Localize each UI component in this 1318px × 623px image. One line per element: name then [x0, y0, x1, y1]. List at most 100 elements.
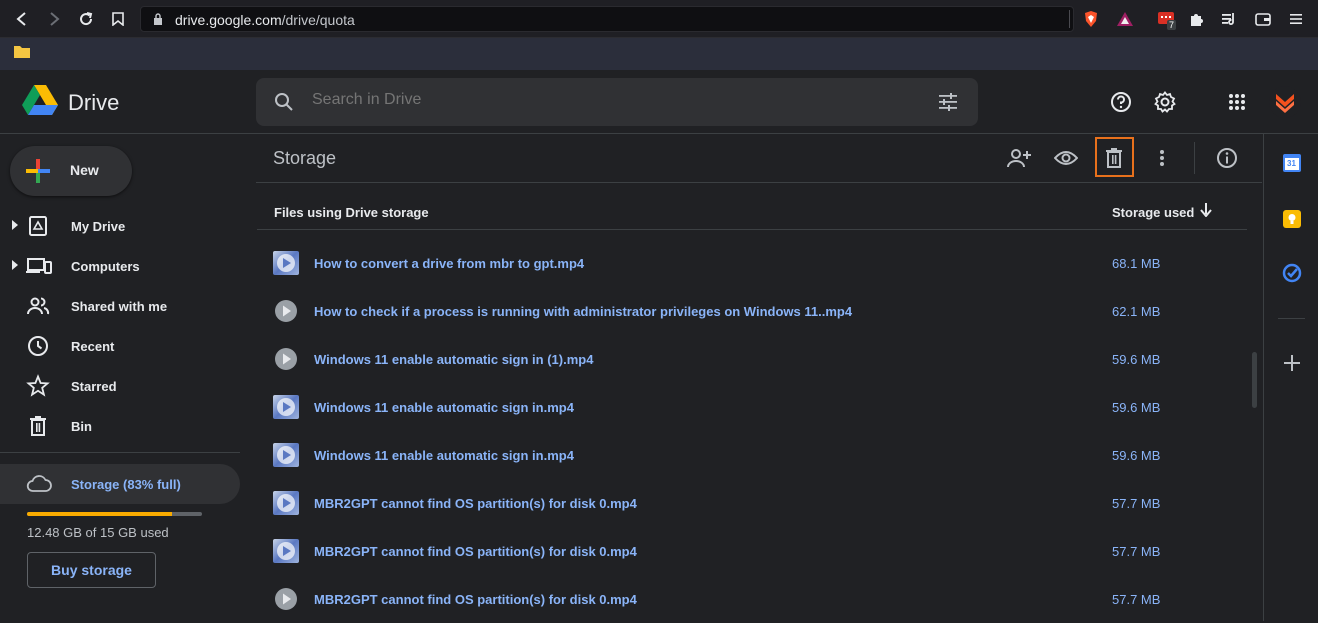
- page-title: Storage: [273, 148, 337, 168]
- sidebar-item-my-drive[interactable]: My Drive: [0, 208, 240, 244]
- storage-label: Storage (83% full): [71, 477, 181, 492]
- video-thumbnail-icon: [273, 251, 299, 275]
- file-name[interactable]: MBR2GPT cannot find OS partition(s) for …: [314, 592, 637, 607]
- file-size: 59.6 MB: [1112, 448, 1161, 463]
- sidebar-item-bin[interactable]: Bin: [0, 408, 240, 444]
- file-size: 62.1 MB: [1112, 304, 1161, 319]
- video-thumbnail-icon: [273, 539, 299, 563]
- file-row[interactable]: How to check if a process is running wit…: [257, 287, 1247, 335]
- file-name[interactable]: Windows 11 enable automatic sign in.mp4: [314, 400, 574, 415]
- file-row[interactable]: Windows 11 enable automatic sign in (1).…: [257, 335, 1247, 383]
- file-size: 59.6 MB: [1112, 400, 1161, 415]
- file-row[interactable]: Windows 11 enable automatic sign in.mp4 …: [257, 383, 1247, 431]
- scrollbar-thumb[interactable]: [1252, 352, 1257, 408]
- file-row[interactable]: MBR2GPT cannot find OS partition(s) for …: [257, 575, 1247, 623]
- play-circle-icon: [273, 299, 299, 323]
- clock-icon: [26, 334, 50, 358]
- media-queue-icon[interactable]: [1219, 9, 1239, 29]
- file-size: 57.7 MB: [1112, 592, 1161, 607]
- menu-icon[interactable]: [1286, 9, 1306, 29]
- column-files-header: Files using Drive storage: [274, 205, 429, 220]
- side-panel-divider: [1278, 318, 1305, 319]
- buy-storage-button[interactable]: Buy storage: [27, 552, 156, 588]
- sidebar-item-label: Bin: [71, 419, 92, 434]
- sidebar-item-label: Starred: [71, 379, 117, 394]
- brave-shield-icon[interactable]: [1081, 9, 1101, 29]
- bookmark-icon[interactable]: [108, 9, 128, 29]
- browser-toolbar: drive.google.com/drive/quota 7: [0, 0, 1318, 38]
- column-storage-header[interactable]: Storage used: [1112, 205, 1194, 220]
- side-panel: 31: [1263, 134, 1318, 621]
- forward-icon[interactable]: [44, 9, 64, 29]
- share-icon[interactable]: [1005, 144, 1033, 172]
- cloud-icon: [26, 474, 52, 494]
- reload-icon[interactable]: [76, 9, 96, 29]
- sidebar-item-label: My Drive: [71, 219, 126, 234]
- sidebar-item-label: Recent: [71, 339, 115, 354]
- extension-icon[interactable]: 7: [1156, 9, 1177, 30]
- file-name[interactable]: How to check if a process is running wit…: [314, 304, 852, 319]
- file-row[interactable]: MBR2GPT cannot find OS partition(s) for …: [257, 527, 1247, 575]
- extension-badge: 7: [1167, 20, 1177, 30]
- info-icon[interactable]: [1213, 144, 1241, 172]
- help-icon[interactable]: [1107, 88, 1135, 116]
- new-button-label: New: [70, 162, 99, 178]
- sidebar-item-starred[interactable]: Starred: [0, 368, 240, 404]
- sidebar-item-recent[interactable]: Recent: [0, 328, 240, 364]
- file-name[interactable]: Windows 11 enable automatic sign in.mp4: [314, 448, 574, 463]
- apps-grid-icon[interactable]: [1223, 88, 1251, 116]
- file-row[interactable]: Windows 11 enable automatic sign in.mp4 …: [257, 431, 1247, 479]
- lock-icon: [153, 13, 163, 25]
- actions-divider: [1194, 142, 1195, 174]
- add-icon[interactable]: [1281, 352, 1303, 374]
- file-size: 57.7 MB: [1112, 544, 1161, 559]
- sidebar-item-shared-with-me[interactable]: Shared with me: [0, 288, 240, 324]
- brave-rewards-icon[interactable]: [1115, 9, 1135, 29]
- new-button[interactable]: New: [10, 146, 132, 196]
- calendar-icon[interactable]: 31: [1281, 152, 1303, 174]
- file-name[interactable]: How to convert a drive from mbr to gpt.m…: [314, 256, 584, 271]
- puzzle-icon[interactable]: [1187, 9, 1207, 29]
- search-input[interactable]: [312, 91, 912, 109]
- expand-arrow-icon[interactable]: [12, 260, 18, 270]
- back-icon[interactable]: [12, 9, 32, 29]
- sidebar-divider: [0, 452, 240, 453]
- play-circle-icon: [273, 347, 299, 371]
- address-bar[interactable]: drive.google.com/drive/quota: [140, 6, 1074, 32]
- sort-arrow-down-icon[interactable]: [1200, 203, 1212, 217]
- file-name[interactable]: MBR2GPT cannot find OS partition(s) for …: [314, 496, 637, 511]
- expand-arrow-icon[interactable]: [12, 220, 18, 230]
- computers-icon: [26, 254, 52, 278]
- drive-logo-icon[interactable]: [22, 84, 58, 116]
- file-size: 57.7 MB: [1112, 496, 1161, 511]
- delete-highlight-box: [1095, 137, 1134, 177]
- storage-usage-text: 12.48 GB of 15 GB used: [27, 525, 169, 540]
- video-thumbnail-icon: [273, 395, 299, 419]
- search-box[interactable]: [256, 78, 978, 126]
- sidebar-item-label: Shared with me: [71, 299, 168, 314]
- title-bar: Storage: [256, 134, 1262, 183]
- file-name[interactable]: MBR2GPT cannot find OS partition(s) for …: [314, 544, 637, 559]
- storage-progress-fill: [27, 512, 173, 516]
- file-name[interactable]: Windows 11 enable automatic sign in (1).…: [314, 352, 593, 367]
- plus-icon: [26, 159, 50, 183]
- settings-gear-icon[interactable]: [1151, 88, 1179, 116]
- more-vert-icon[interactable]: [1148, 144, 1176, 172]
- account-avatar[interactable]: [1268, 85, 1302, 119]
- folder-icon[interactable]: [14, 45, 30, 58]
- sidebar-item-label: Computers: [71, 259, 140, 274]
- file-row[interactable]: How to convert a drive from mbr to gpt.m…: [257, 239, 1247, 287]
- preview-eye-icon[interactable]: [1052, 144, 1080, 172]
- main-content: Storage Files using Drive storage Storag…: [256, 134, 1262, 621]
- drive-header: Drive: [0, 70, 1318, 134]
- search-icon[interactable]: [274, 92, 294, 112]
- tasks-icon[interactable]: [1281, 262, 1303, 284]
- wallet-icon[interactable]: [1253, 9, 1273, 29]
- search-options-icon[interactable]: [938, 92, 958, 112]
- keep-icon[interactable]: [1281, 208, 1303, 230]
- sidebar-item-computers[interactable]: Computers: [0, 248, 240, 284]
- sidebar: New My Drive Computers Shared with me Re…: [0, 134, 256, 621]
- sidebar-item-storage[interactable]: Storage (83% full): [0, 464, 240, 504]
- trash-icon: [26, 414, 50, 438]
- file-row[interactable]: MBR2GPT cannot find OS partition(s) for …: [257, 479, 1247, 527]
